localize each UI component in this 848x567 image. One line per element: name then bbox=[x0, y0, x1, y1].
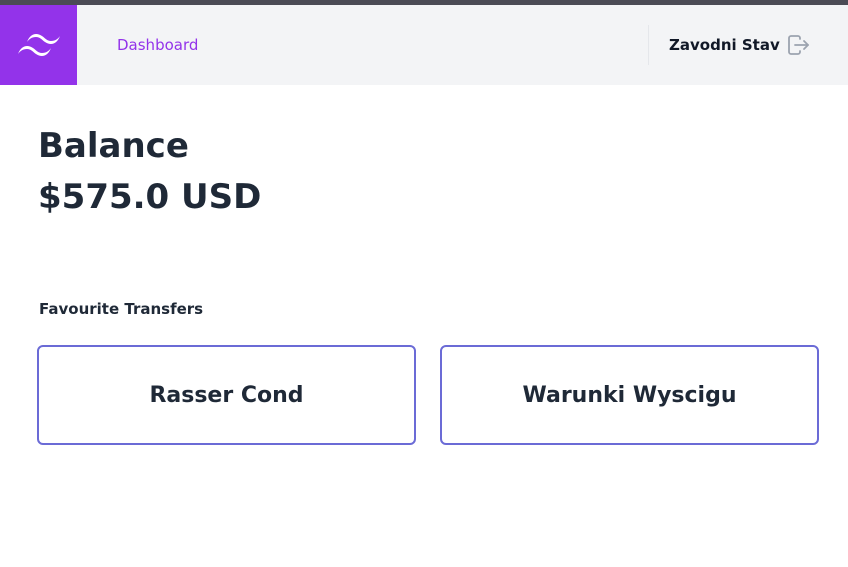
favourite-transfer-card[interactable]: Rasser Cond bbox=[37, 345, 416, 445]
user-name: Zavodni Stav bbox=[669, 36, 780, 54]
nav-divider bbox=[648, 25, 649, 65]
nav-link-dashboard[interactable]: Dashboard bbox=[117, 35, 198, 55]
navbar: Dashboard Zavodni Stav bbox=[0, 5, 848, 85]
logout-button[interactable] bbox=[786, 33, 812, 57]
logout-icon bbox=[788, 35, 809, 55]
favourite-transfer-card[interactable]: Warunki Wyscigu bbox=[440, 345, 819, 445]
tailwind-wave-icon bbox=[17, 34, 60, 56]
logo[interactable] bbox=[0, 5, 77, 85]
favourite-transfers-heading: Favourite Transfers bbox=[39, 300, 204, 318]
balance-title: Balance bbox=[38, 126, 189, 166]
balance-amount: $575.0 USD bbox=[38, 177, 262, 217]
